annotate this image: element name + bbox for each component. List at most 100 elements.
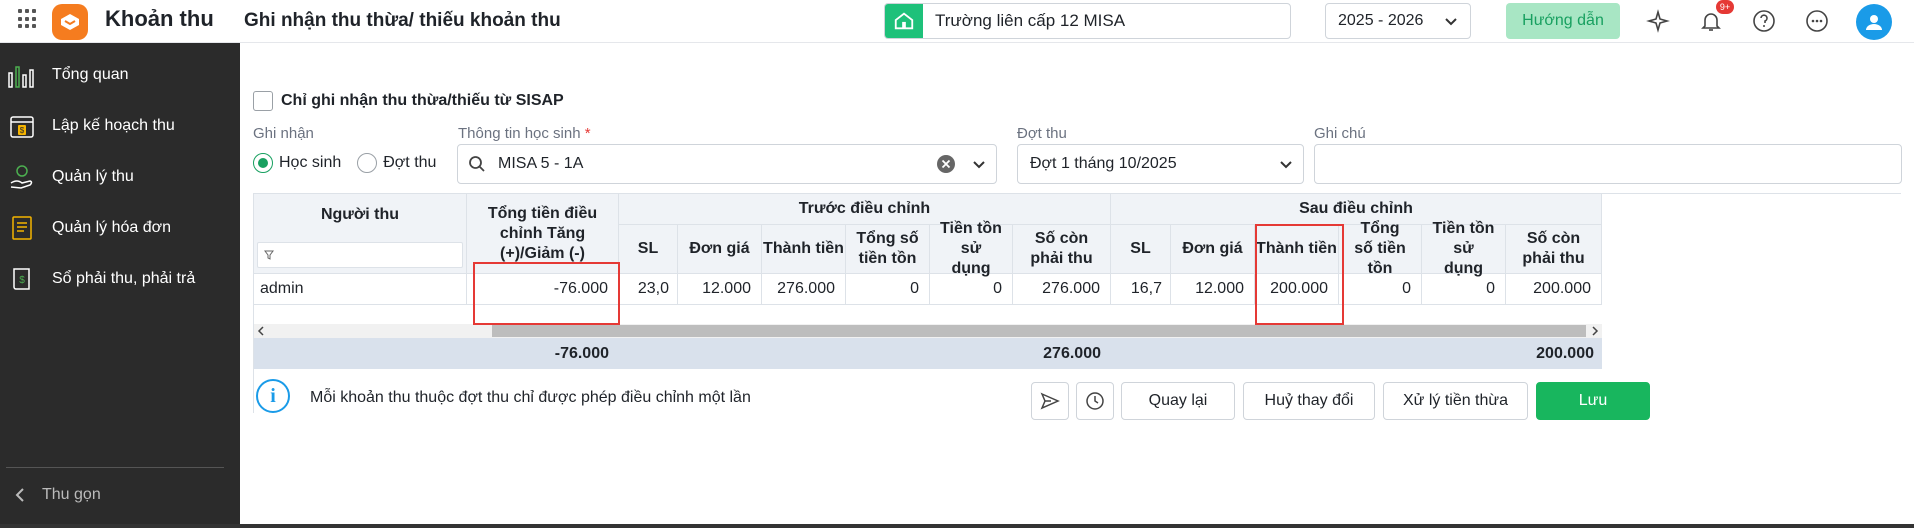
- page-title: Ghi nhận thu thừa/ thiếu khoản thu: [244, 10, 561, 31]
- period-label: Đợt thu: [1017, 125, 1067, 142]
- bottom-strip: [0, 524, 1914, 528]
- record-label: Ghi nhận: [253, 125, 314, 142]
- row-after-total-balance: 0: [1339, 274, 1422, 305]
- required-mark: *: [584, 125, 591, 142]
- scroll-right-icon[interactable]: [1590, 326, 1600, 336]
- sidebar-item-invoice[interactable]: Quản lý hóa đơn: [0, 203, 240, 253]
- radio-student[interactable]: [253, 153, 273, 173]
- row-before-sl: 23,0: [619, 274, 678, 305]
- scrollbar-thumb[interactable]: [492, 325, 1586, 337]
- footer-after-remaining: 200.000: [1536, 344, 1594, 362]
- sidebar-item-label: Quản lý thu: [52, 168, 134, 185]
- year-select[interactable]: 2025 - 2026: [1325, 3, 1471, 39]
- discard-button[interactable]: Huỷ thay đổi: [1243, 382, 1375, 420]
- app-name: Khoản thu: [105, 6, 214, 31]
- user-avatar[interactable]: [1856, 4, 1892, 40]
- sidebar-item-overview[interactable]: Tổng quan: [0, 50, 240, 100]
- radio-period[interactable]: [357, 153, 378, 173]
- svg-text:$: $: [19, 275, 25, 286]
- row-after-sl: 16,7: [1111, 274, 1171, 305]
- more-icon[interactable]: [1804, 8, 1830, 34]
- school-selector[interactable]: Trường liên cấp 12 MISA: [884, 3, 1291, 39]
- adjust-table: Người thu Tổng tiền điều chỉnh Tăng (+)/…: [253, 193, 1901, 413]
- svg-text:$: $: [20, 126, 25, 135]
- back-button[interactable]: Quay lại: [1121, 382, 1235, 420]
- info-text: Mỗi khoản thu thuộc đợt thu chỉ được phé…: [310, 389, 751, 406]
- sidebar-item-plan[interactable]: $ Lập kế hoạch thu: [0, 101, 240, 151]
- sidebar-item-label: Lập kế hoạch thu: [52, 117, 175, 134]
- footer-total-adjust: -76.000: [554, 344, 609, 362]
- record-radio-group: Học sinh Đợt thu: [253, 153, 452, 173]
- sidebar-item-collect[interactable]: Quản lý thu: [0, 152, 240, 202]
- scroll-left-icon[interactable]: [256, 326, 266, 336]
- before-unit-price-header: Đơn giá: [678, 225, 762, 274]
- hand-money-icon: [6, 161, 38, 193]
- row-after-unit-price: 12.000: [1171, 274, 1255, 305]
- student-info-label-text: Thông tin học sinh: [458, 125, 581, 142]
- before-total-balance-header: Tổng số tiền tồn: [846, 225, 930, 274]
- table-footer: [254, 338, 1602, 369]
- before-sl-header: SL: [619, 225, 678, 274]
- horizontal-scrollbar[interactable]: [254, 324, 1602, 338]
- row-before-amount: 276.000: [762, 274, 846, 305]
- clear-icon[interactable]: [936, 154, 956, 174]
- row-after-balance-used: 0: [1422, 274, 1506, 305]
- collector-filter-input[interactable]: [257, 241, 463, 268]
- clock-icon: [1086, 392, 1104, 410]
- top-bar: Khoản thu Ghi nhận thu thừa/ thiếu khoản…: [0, 0, 1914, 43]
- invoice-icon: [6, 212, 38, 244]
- main-content: Chỉ ghi nhận thu thừa/thiếu từ SISAP Ghi…: [240, 43, 1914, 528]
- app-grid-icon[interactable]: [18, 9, 38, 29]
- sisap-checkbox-label: Chỉ ghi nhận thu thừa/thiếu từ SISAP: [281, 92, 564, 109]
- after-remaining-header: Số còn phải thu: [1506, 225, 1602, 274]
- sisap-checkbox-row[interactable]: Chỉ ghi nhận thu thừa/thiếu từ SISAP: [253, 91, 564, 111]
- student-search-input[interactable]: MISA 5 - 1A: [457, 144, 997, 184]
- before-amount-header: Thành tiền: [762, 225, 846, 274]
- after-sl-header: SL: [1111, 225, 1171, 274]
- chevron-down-icon[interactable]: [972, 157, 986, 171]
- sidebar-item-label: Sổ phải thu, phải trả: [52, 270, 196, 287]
- sidebar-item-ledger[interactable]: $ Sổ phải thu, phải trả: [0, 254, 240, 304]
- sparkle-icon[interactable]: [1645, 8, 1671, 34]
- row-after-remaining: 200.000: [1506, 274, 1602, 305]
- after-balance-used-header: Tiền tồn sử dụng: [1422, 220, 1506, 277]
- after-unit-price-header: Đơn giá: [1171, 225, 1255, 274]
- collapse-label: Thu gọn: [42, 486, 101, 503]
- chevron-down-icon: [1280, 161, 1292, 169]
- year-value: 2025 - 2026: [1338, 12, 1424, 29]
- help-icon[interactable]: [1751, 8, 1777, 34]
- student-value: MISA 5 - 1A: [498, 155, 584, 172]
- note-label: Ghi chú: [1314, 125, 1366, 142]
- school-name: Trường liên cấp 12 MISA: [935, 11, 1126, 30]
- period-select[interactable]: Đợt 1 tháng 10/2025: [1017, 144, 1304, 184]
- chart-icon: [6, 59, 38, 91]
- footer-before-remaining: 276.000: [1043, 344, 1101, 362]
- send-button[interactable]: [1031, 382, 1069, 420]
- collapse-button[interactable]: Thu gọn: [14, 480, 101, 510]
- sidebar-item-label: Quản lý hóa đơn: [52, 219, 172, 236]
- group-header-before: Trước điều chỉnh: [619, 194, 1111, 225]
- info-icon: i: [256, 379, 290, 413]
- sidebar-item-label: Tổng quan: [52, 66, 129, 83]
- after-total-balance-header: Tổng số tiền tồn: [1339, 220, 1422, 277]
- search-icon: [469, 156, 485, 172]
- app-logo: [52, 4, 88, 40]
- excess-button[interactable]: Xử lý tiền thừa: [1383, 382, 1528, 420]
- sidebar-divider: [6, 467, 224, 468]
- school-icon: [885, 4, 923, 38]
- before-balance-used-header: Tiền tồn sử dụng: [930, 220, 1013, 277]
- guide-button[interactable]: Hướng dẫn: [1506, 3, 1620, 39]
- radio-period-label: Đợt thu: [383, 154, 437, 171]
- notification-badge: 9+: [1716, 0, 1734, 14]
- sisap-checkbox[interactable]: [253, 91, 273, 111]
- highlight-total-adjust: [473, 262, 620, 325]
- sidebar: Tổng quan $ Lập kế hoạch thu Quản lý thu…: [0, 43, 240, 528]
- save-button[interactable]: Lưu: [1536, 382, 1650, 420]
- col-header-collector: Người thu: [254, 194, 467, 236]
- row-before-balance-used: 0: [930, 274, 1013, 305]
- period-value: Đợt 1 tháng 10/2025: [1030, 155, 1177, 172]
- chevron-down-icon: [1445, 18, 1457, 26]
- note-input[interactable]: [1314, 144, 1902, 184]
- history-button[interactable]: [1076, 382, 1114, 420]
- send-icon: [1040, 392, 1060, 410]
